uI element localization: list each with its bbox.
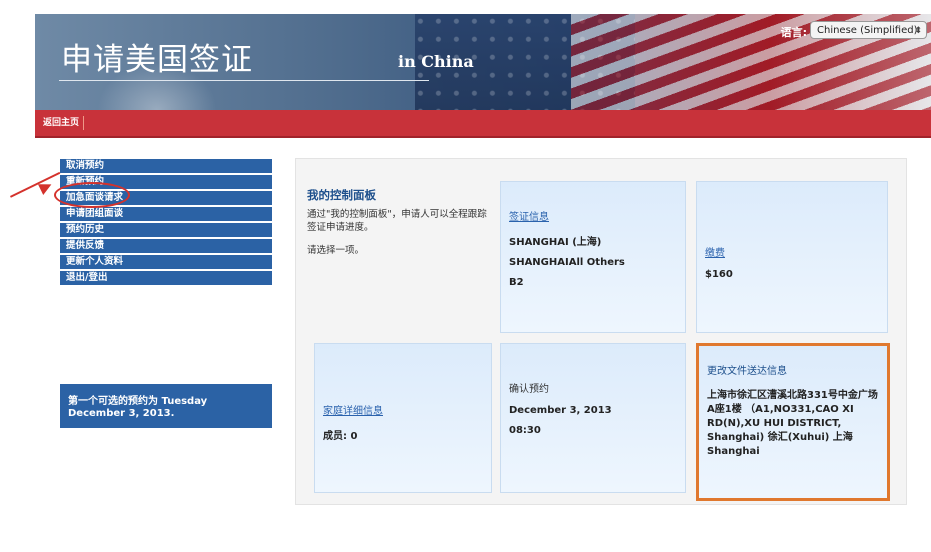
fee-card: 缴费 $160 — [696, 181, 888, 333]
language-label: 语言: — [780, 26, 807, 39]
sidebar-item-feedback[interactable]: 提供反馈 — [60, 239, 272, 253]
dashboard-description: 通过"我的控制面板"，申请人可以全程跟踪签证申请进度。 — [307, 209, 487, 233]
language-select-value: Chinese (Simplified) — [817, 25, 918, 36]
visa-info-card: 签证信息 SHANGHAI (上海) SHANGHAIAll Others B2 — [500, 181, 686, 333]
delivery-card: 更改文件送达信息 上海市徐汇区漕溪北路331号中金广场A座1楼 （A1,NO33… — [696, 343, 890, 501]
home-link[interactable]: 返回主页 — [39, 116, 85, 130]
sidebar-item-logout[interactable]: 退出/登出 — [60, 271, 272, 285]
confirm-card: 确认预约 December 3, 2013 08:30 — [500, 343, 686, 493]
reschedule-highlight-oval — [54, 182, 130, 208]
delivery-address: 上海市徐汇区漕溪北路331号中金广场A座1楼 （A1,NO331,CAO XI … — [707, 390, 878, 457]
visa-info-link[interactable]: 签证信息 — [509, 208, 677, 223]
family-members-label: 成员: — [323, 431, 347, 442]
dashboard-title: 我的控制面板 — [307, 188, 376, 202]
family-card: 家庭详细信息 成员: 0 — [314, 343, 492, 493]
visa-class: B2 — [509, 277, 524, 288]
language-select[interactable]: Chinese (Simplified) ⬍ — [810, 21, 927, 39]
select-arrows-icon: ⬍ — [914, 26, 922, 36]
visa-location: SHANGHAI (上海) — [509, 237, 602, 248]
site-title: 申请美国签证 — [61, 42, 253, 78]
family-members-count: 0 — [350, 431, 358, 442]
site-header: 申请美国签证 in China 语言: Chinese (Simplified)… — [35, 14, 931, 110]
first-available-notice: 第一个可选的预约为 Tuesday December 3, 2013. — [60, 384, 272, 428]
fee-amount: $160 — [705, 269, 733, 280]
site-subtitle: in China — [398, 52, 474, 71]
sidebar-item-group[interactable]: 申请团组面谈 — [60, 207, 272, 221]
page: 申请美国签证 in China 语言: Chinese (Simplified)… — [0, 0, 931, 552]
sidebar-item-profile[interactable]: 更新个人资料 — [60, 255, 272, 269]
fee-link[interactable]: 缴费 — [705, 244, 879, 259]
confirm-date: December 3, 2013 — [509, 405, 612, 416]
sidebar-menu: 取消预约 重新预约 加急面谈请求 申请团组面谈 预约历史 提供反馈 更新个人资料… — [60, 159, 272, 287]
family-details-link[interactable]: 家庭详细信息 — [323, 402, 483, 417]
sidebar-item-cancel[interactable]: 取消预约 — [60, 159, 272, 173]
delivery-label[interactable]: 更改文件送达信息 — [707, 362, 879, 377]
confirm-time: 08:30 — [509, 425, 541, 436]
annotation-arrow-shaft — [10, 171, 61, 198]
main-navbar: 返回主页 — [35, 110, 931, 138]
title-rule — [59, 80, 429, 81]
family-members-line: 成员: 0 — [323, 427, 483, 442]
dashboard-panel: 我的控制面板 通过"我的控制面板"，申请人可以全程跟踪签证申请进度。 请选择一项… — [295, 158, 907, 505]
dashboard-intro: 我的控制面板 通过"我的控制面板"，申请人可以全程跟踪签证申请进度。 请选择一项… — [307, 187, 487, 256]
confirm-label: 确认预约 — [509, 384, 549, 395]
visa-post: SHANGHAIAll Others — [509, 257, 625, 268]
sidebar-item-history[interactable]: 预约历史 — [60, 223, 272, 237]
dashboard-prompt: 请选择一项。 — [307, 245, 365, 256]
